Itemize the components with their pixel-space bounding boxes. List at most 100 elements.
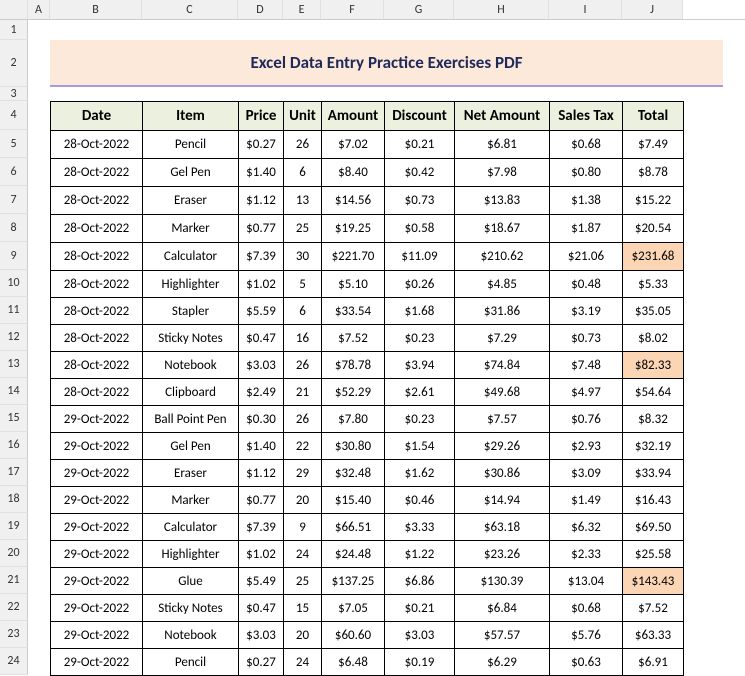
cell-net[interactable]: $7.57 — [455, 406, 550, 433]
row-header-4[interactable]: 4 — [0, 101, 28, 130]
cell-total[interactable]: $5.33 — [623, 271, 684, 298]
hdr-net[interactable]: Net Amount — [455, 102, 550, 131]
cell-discount[interactable]: $0.26 — [385, 271, 455, 298]
row-header-1[interactable]: 1 — [0, 20, 28, 40]
cell-discount[interactable]: $0.58 — [385, 215, 455, 243]
cell-price[interactable]: $5.49 — [239, 568, 284, 595]
cell-amount[interactable]: $7.02 — [322, 131, 385, 159]
cell-net[interactable]: $130.39 — [455, 568, 550, 595]
cell-net[interactable]: $23.26 — [455, 541, 550, 568]
cell-date[interactable]: 29-Oct-2022 — [51, 514, 143, 541]
cell-discount[interactable]: $1.68 — [385, 298, 455, 325]
cell-price[interactable]: $0.30 — [239, 406, 284, 433]
cell-total[interactable]: $143.43 — [623, 568, 684, 595]
cell-discount[interactable]: $0.19 — [385, 649, 455, 676]
select-all-corner[interactable] — [0, 0, 28, 19]
cell-total[interactable]: $69.50 — [623, 514, 684, 541]
row-header-19[interactable]: 19 — [0, 513, 28, 540]
cell-unit[interactable]: 20 — [284, 622, 322, 649]
row-header-10[interactable]: 10 — [0, 270, 28, 297]
cell-item[interactable]: Clipboard — [143, 379, 239, 406]
cell-net[interactable]: $14.94 — [455, 487, 550, 514]
cell-discount[interactable]: $3.03 — [385, 622, 455, 649]
cell-tax[interactable]: $7.48 — [550, 352, 623, 379]
cell-net[interactable]: $18.67 — [455, 215, 550, 243]
col-header-D[interactable]: D — [238, 0, 283, 19]
cell-item[interactable]: Eraser — [143, 460, 239, 487]
cell-unit[interactable]: 25 — [284, 568, 322, 595]
cell-discount[interactable]: $0.46 — [385, 487, 455, 514]
cell-discount[interactable]: $0.21 — [385, 131, 455, 159]
cell-unit[interactable]: 26 — [284, 352, 322, 379]
col-header-H[interactable]: H — [454, 0, 549, 19]
hdr-price[interactable]: Price — [239, 102, 284, 131]
cell-unit[interactable]: 9 — [284, 514, 322, 541]
cell-date[interactable]: 28-Oct-2022 — [51, 131, 143, 159]
cell-price[interactable]: $1.40 — [239, 159, 284, 187]
hdr-item[interactable]: Item — [143, 102, 239, 131]
col-header-G[interactable]: G — [384, 0, 454, 19]
row-header-11[interactable]: 11 — [0, 297, 28, 324]
row-header-5[interactable]: 5 — [0, 130, 28, 158]
cell-amount[interactable]: $33.54 — [322, 298, 385, 325]
cell-discount[interactable]: $3.33 — [385, 514, 455, 541]
cell-date[interactable]: 28-Oct-2022 — [51, 325, 143, 352]
cell-unit[interactable]: 21 — [284, 379, 322, 406]
cell-total[interactable]: $33.94 — [623, 460, 684, 487]
cell-tax[interactable]: $0.73 — [550, 325, 623, 352]
cell-discount[interactable]: $2.61 — [385, 379, 455, 406]
cell-amount[interactable]: $32.48 — [322, 460, 385, 487]
cell-date[interactable]: 28-Oct-2022 — [51, 379, 143, 406]
row-header-17[interactable]: 17 — [0, 459, 28, 486]
cell-date[interactable]: 28-Oct-2022 — [51, 187, 143, 215]
cell-tax[interactable]: $1.38 — [550, 187, 623, 215]
cell-discount[interactable]: $1.62 — [385, 460, 455, 487]
cell-tax[interactable]: $2.33 — [550, 541, 623, 568]
cell-net[interactable]: $63.18 — [455, 514, 550, 541]
cell-price[interactable]: $2.49 — [239, 379, 284, 406]
cell-date[interactable]: 29-Oct-2022 — [51, 595, 143, 622]
cell-net[interactable]: $29.26 — [455, 433, 550, 460]
cell-amount[interactable]: $52.29 — [322, 379, 385, 406]
cell-date[interactable]: 28-Oct-2022 — [51, 243, 143, 271]
cell-item[interactable]: Eraser — [143, 187, 239, 215]
cell-amount[interactable]: $7.05 — [322, 595, 385, 622]
cell-date[interactable]: 29-Oct-2022 — [51, 487, 143, 514]
cell-unit[interactable]: 30 — [284, 243, 322, 271]
cell-unit[interactable]: 25 — [284, 215, 322, 243]
cell-price[interactable]: $5.59 — [239, 298, 284, 325]
cell-price[interactable]: $0.47 — [239, 595, 284, 622]
row-header-8[interactable]: 8 — [0, 214, 28, 242]
cell-date[interactable]: 29-Oct-2022 — [51, 541, 143, 568]
cell-net[interactable]: $4.85 — [455, 271, 550, 298]
col-header-C[interactable]: C — [142, 0, 238, 19]
cell-total[interactable]: $63.33 — [623, 622, 684, 649]
cell-tax[interactable]: $13.04 — [550, 568, 623, 595]
cell-amount[interactable]: $30.80 — [322, 433, 385, 460]
row-header-15[interactable]: 15 — [0, 405, 28, 432]
cell-tax[interactable]: $0.48 — [550, 271, 623, 298]
cell-amount[interactable]: $15.40 — [322, 487, 385, 514]
row-header-16[interactable]: 16 — [0, 432, 28, 459]
cell-price[interactable]: $3.03 — [239, 352, 284, 379]
hdr-date[interactable]: Date — [51, 102, 143, 131]
cell-amount[interactable]: $137.25 — [322, 568, 385, 595]
cell-total[interactable]: $25.58 — [623, 541, 684, 568]
cell-amount[interactable]: $19.25 — [322, 215, 385, 243]
cell-amount[interactable]: $60.60 — [322, 622, 385, 649]
cell-discount[interactable]: $0.23 — [385, 406, 455, 433]
row-header-3[interactable]: 3 — [0, 87, 28, 101]
col-header-A[interactable]: A — [28, 0, 50, 19]
cell-discount[interactable]: $1.54 — [385, 433, 455, 460]
cell-tax[interactable]: $6.32 — [550, 514, 623, 541]
row-header-2[interactable]: 2 — [0, 40, 28, 87]
cell-price[interactable]: $7.39 — [239, 514, 284, 541]
cell-date[interactable]: 28-Oct-2022 — [51, 352, 143, 379]
cell-date[interactable]: 29-Oct-2022 — [51, 622, 143, 649]
cell-price[interactable]: $0.27 — [239, 131, 284, 159]
col-header-J[interactable]: J — [622, 0, 683, 19]
cell-unit[interactable]: 6 — [284, 159, 322, 187]
cell-amount[interactable]: $78.78 — [322, 352, 385, 379]
cell-net[interactable]: $7.98 — [455, 159, 550, 187]
cell-tax[interactable]: $0.68 — [550, 595, 623, 622]
